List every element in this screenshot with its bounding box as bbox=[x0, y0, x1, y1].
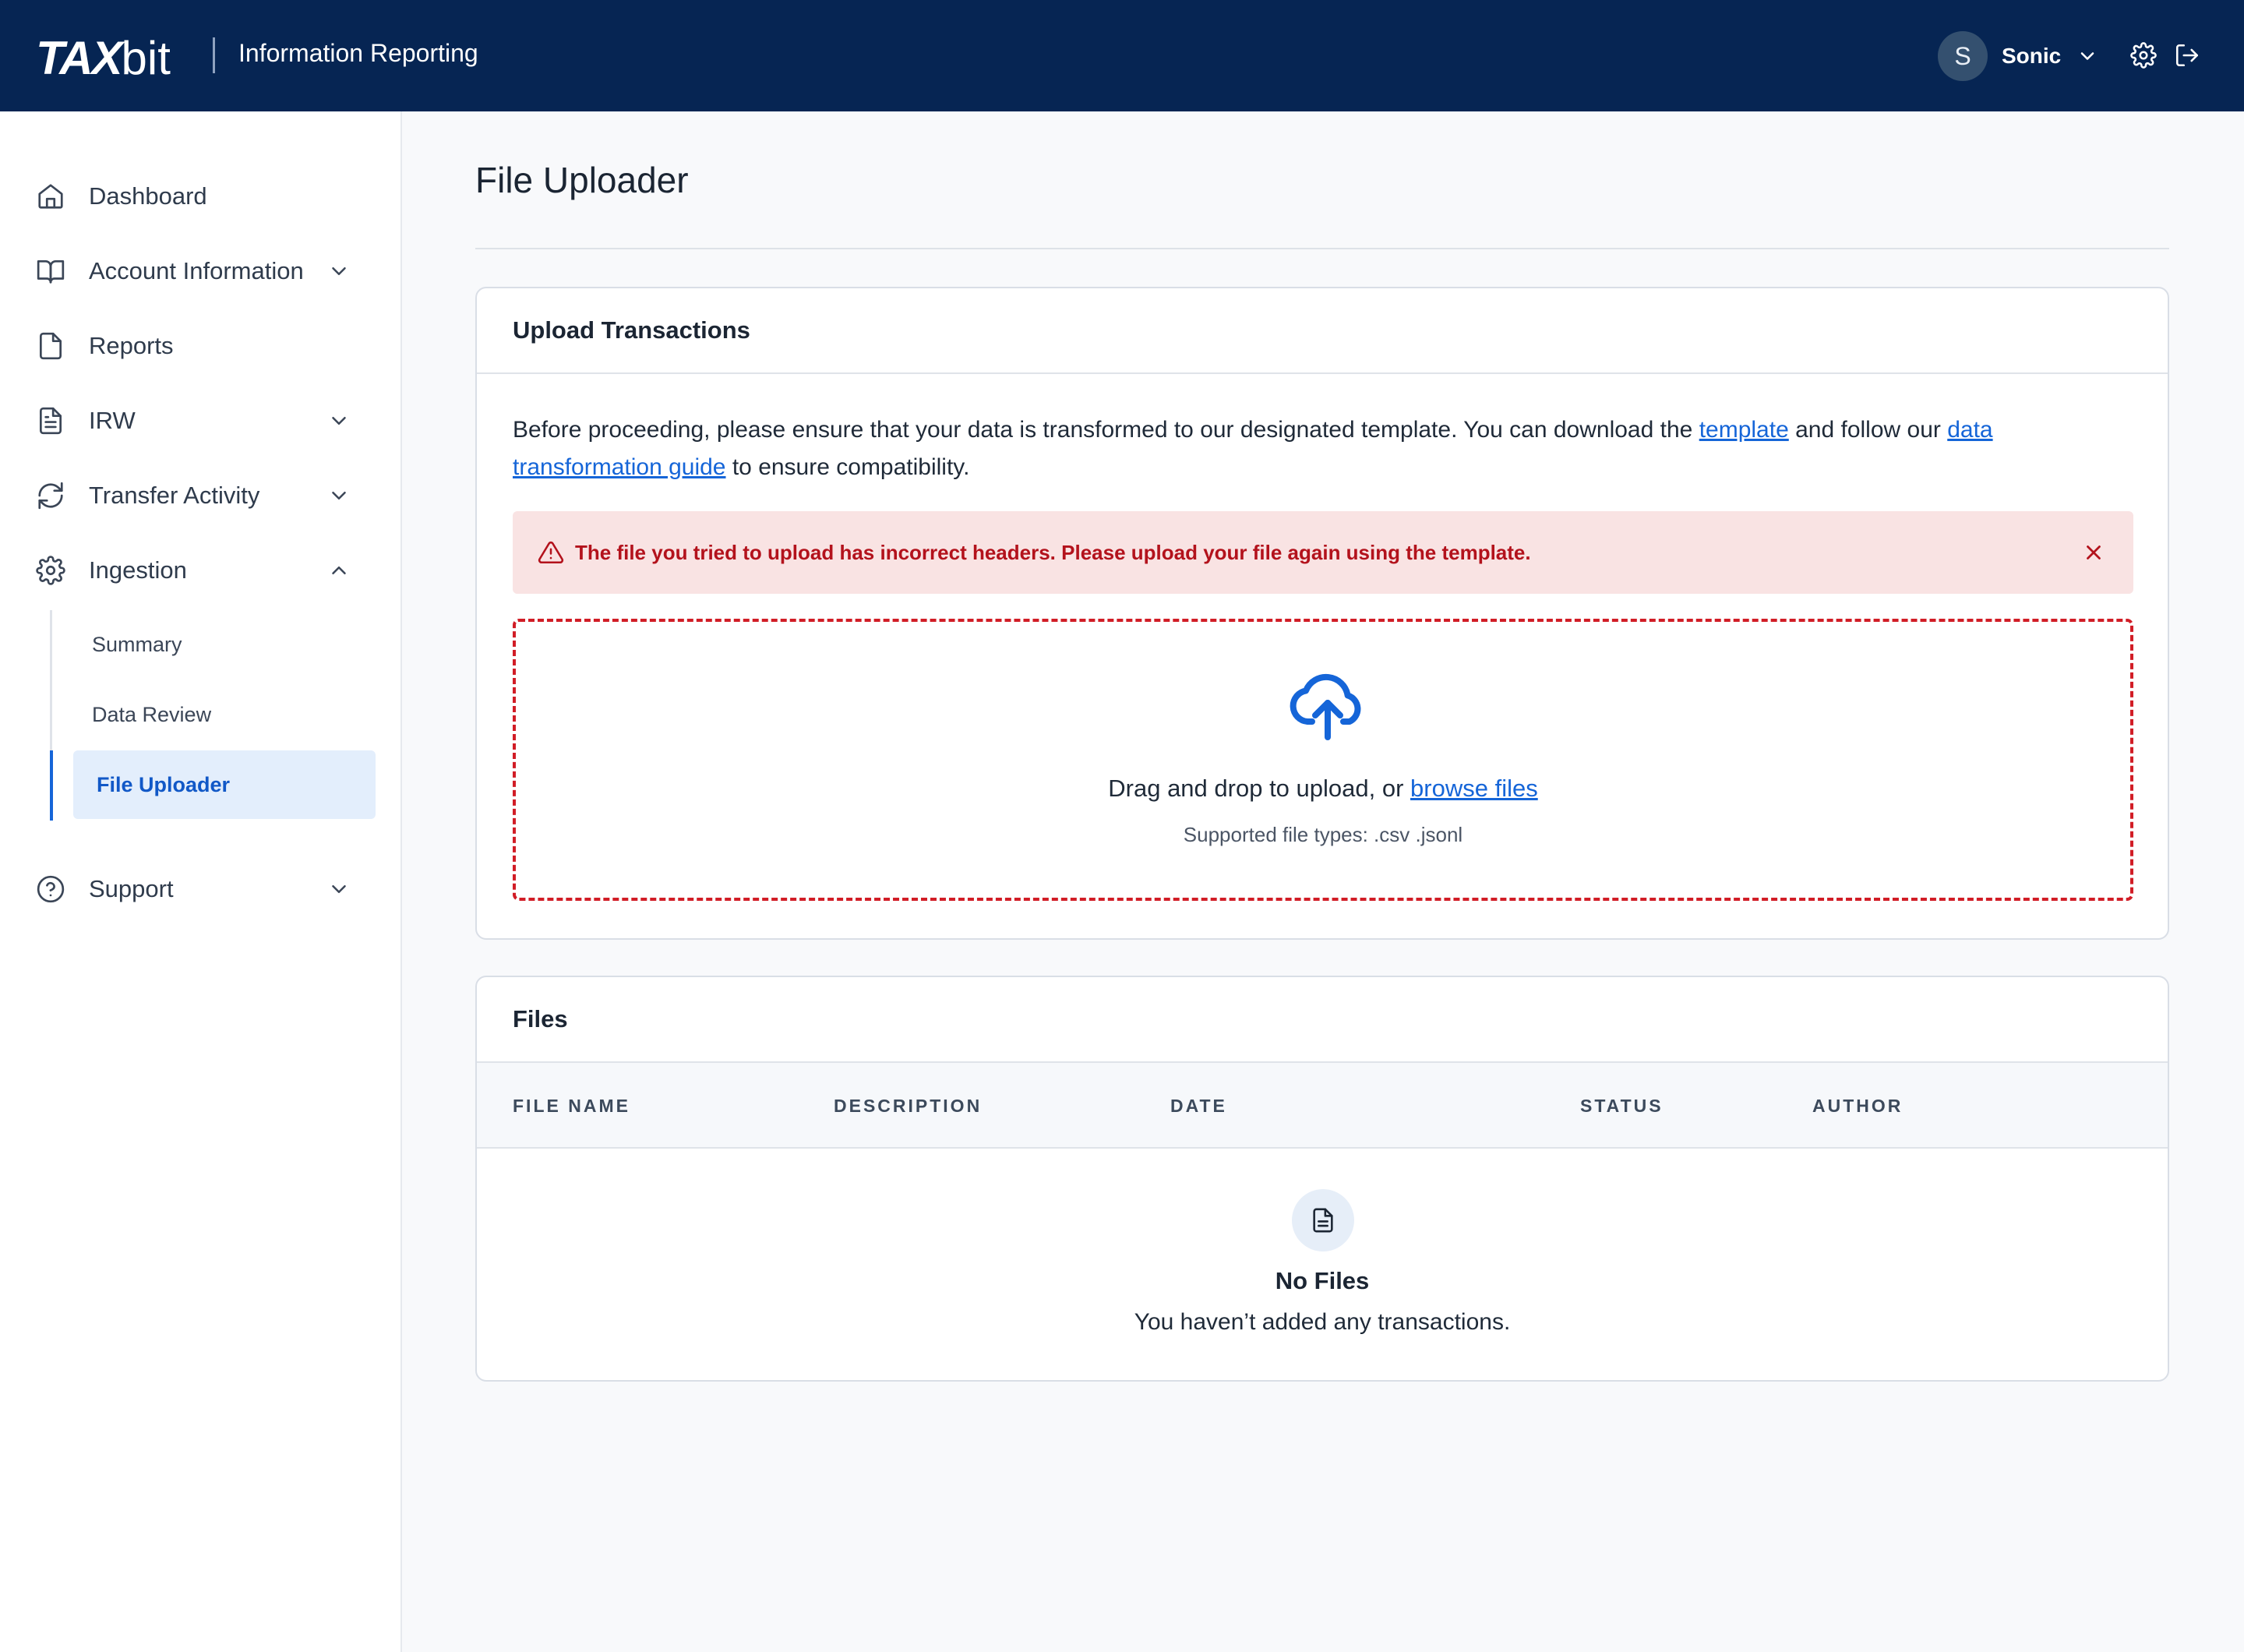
logo-light-text: bit bbox=[121, 32, 171, 84]
column-header-status[interactable]: STATUS bbox=[1580, 1063, 1664, 1149]
sidebar-item-transfer-activity[interactable]: Transfer Activity bbox=[0, 464, 402, 527]
sidebar-item-dashboard[interactable]: Dashboard bbox=[0, 165, 402, 228]
sidebar-item-label: Account Information bbox=[89, 257, 304, 284]
column-header-file-name[interactable]: FILE NAME bbox=[513, 1063, 630, 1149]
dropzone-text: Drag and drop to upload, or bbox=[1108, 775, 1411, 802]
refresh-icon bbox=[38, 482, 63, 510]
instructions-text: to ensure compatibility. bbox=[725, 454, 970, 480]
user-menu[interactable]: S Sonic bbox=[1938, 31, 2098, 81]
sidebar-subitem-summary[interactable]: Summary bbox=[73, 610, 376, 679]
sidebar-subitem-file-uploader[interactable]: File Uploader bbox=[73, 750, 376, 819]
app-name: Information Reporting bbox=[238, 39, 478, 67]
files-table-header: FILE NAME DESCRIPTION DATE STATUS AUTHOR bbox=[477, 1063, 2168, 1149]
page-title: File Uploader bbox=[475, 160, 689, 200]
sidebar-item-label: Transfer Activity bbox=[89, 482, 260, 509]
gear-icon bbox=[36, 556, 65, 585]
upload-transactions-card: Upload Transactions Before proceeding, p… bbox=[475, 287, 2169, 940]
sidebar-item-irw[interactable]: IRW bbox=[0, 390, 402, 452]
document-lines-icon bbox=[39, 407, 62, 435]
cloud-upload-icon bbox=[1290, 673, 1361, 740]
instructions-text: and follow our bbox=[1788, 417, 1948, 443]
logo-bold-text: TAX bbox=[36, 32, 123, 84]
file-icon bbox=[39, 332, 62, 360]
supported-file-types: Supported file types: .csv .jsonl bbox=[1183, 823, 1463, 846]
title-divider bbox=[475, 248, 2169, 249]
instructions-text: Before proceeding, please ensure that yo… bbox=[513, 417, 1699, 443]
sidebar-item-ingestion[interactable]: Ingestion bbox=[0, 539, 402, 602]
sidebar-item-reports[interactable]: Reports bbox=[0, 315, 402, 377]
column-header-description[interactable]: DESCRIPTION bbox=[834, 1063, 982, 1149]
chevron-up-icon bbox=[332, 567, 346, 574]
warning-triangle-icon bbox=[538, 541, 564, 564]
files-card: Files FILE NAME DESCRIPTION DATE STATUS … bbox=[475, 976, 2169, 1382]
empty-state-message: You haven’t added any transactions. bbox=[1134, 1309, 1511, 1335]
close-icon[interactable] bbox=[2082, 541, 2105, 564]
user-name: Sonic bbox=[2002, 44, 2062, 68]
taxbit-logo[interactable]: TAX bit bbox=[36, 31, 171, 85]
sidebar: Dashboard Account Information Reports IR… bbox=[0, 111, 402, 1652]
logout-icon[interactable] bbox=[2174, 42, 2200, 69]
book-icon bbox=[37, 259, 65, 284]
gear-icon[interactable] bbox=[2130, 42, 2157, 69]
help-circle-icon bbox=[37, 875, 65, 903]
chevron-down-icon bbox=[332, 492, 346, 499]
empty-state-icon-badge bbox=[1292, 1189, 1354, 1251]
sidebar-item-label: Reports bbox=[89, 332, 174, 359]
home-icon bbox=[38, 184, 63, 209]
chevron-down-icon bbox=[332, 267, 346, 275]
column-header-author[interactable]: AUTHOR bbox=[1812, 1063, 1903, 1149]
card-title: Files bbox=[477, 977, 2168, 1063]
submenu-active-indicator bbox=[50, 750, 53, 821]
sidebar-item-support[interactable]: Support bbox=[0, 858, 402, 920]
top-bar: TAX bit Information Reporting S Sonic bbox=[0, 0, 2244, 111]
dropzone-instructions: Drag and drop to upload, or browse files bbox=[516, 775, 2130, 803]
document-icon bbox=[1313, 1208, 1333, 1233]
sidebar-item-label: IRW bbox=[89, 407, 136, 434]
card-title: Upload Transactions bbox=[477, 288, 2168, 374]
chevron-down-icon bbox=[2080, 52, 2094, 60]
sidebar-subitem-data-review[interactable]: Data Review bbox=[73, 680, 376, 749]
empty-state-title: No Files bbox=[1275, 1267, 1370, 1294]
upload-instructions: Before proceeding, please ensure that yo… bbox=[513, 411, 2141, 486]
sidebar-item-label: Support bbox=[89, 875, 174, 902]
column-header-date[interactable]: DATE bbox=[1170, 1063, 1227, 1149]
sidebar-item-label: Dashboard bbox=[89, 182, 207, 210]
error-alert-message: The file you tried to upload has incorre… bbox=[575, 540, 1531, 564]
sidebar-item-label: Ingestion bbox=[89, 556, 187, 584]
browse-files-link[interactable]: browse files bbox=[1410, 775, 1538, 802]
template-link[interactable]: template bbox=[1699, 417, 1789, 443]
logo-divider bbox=[213, 37, 215, 73]
chevron-down-icon bbox=[332, 417, 346, 425]
sidebar-item-account-information[interactable]: Account Information bbox=[0, 240, 402, 302]
avatar: S bbox=[1938, 31, 1988, 81]
error-alert: The file you tried to upload has incorre… bbox=[513, 511, 2133, 594]
chevron-down-icon bbox=[332, 885, 346, 893]
file-dropzone[interactable]: Drag and drop to upload, or browse files… bbox=[513, 619, 2133, 901]
